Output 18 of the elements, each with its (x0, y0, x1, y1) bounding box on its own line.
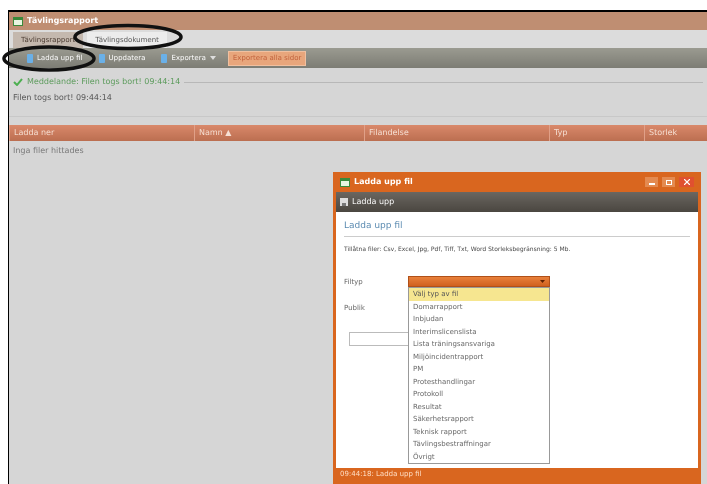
save-icon (340, 198, 348, 206)
check-icon (13, 78, 23, 86)
file-type-dropdown[interactable] (408, 276, 550, 287)
upload-button[interactable]: Ladda upp (340, 196, 394, 208)
minimize-button[interactable] (645, 177, 658, 187)
window-title: Tävlingsrapport (27, 15, 98, 27)
window-icon (13, 16, 23, 26)
message-title: Meddelande: Filen togs bort! 09:44:14 (27, 76, 180, 88)
close-icon (684, 179, 690, 185)
message-text: Filen togs bort! 09:44:14 (12, 92, 113, 104)
maximize-button[interactable] (662, 177, 675, 187)
dialog-heading: Ladda upp fil (344, 221, 402, 231)
dialog-title: Ladda upp fil (354, 176, 413, 188)
dialog-icon (340, 178, 350, 186)
caret-icon (210, 56, 216, 60)
empty-table-text: Inga filer hittades (12, 145, 85, 157)
close-button[interactable] (679, 177, 694, 187)
caret-icon (540, 280, 545, 283)
